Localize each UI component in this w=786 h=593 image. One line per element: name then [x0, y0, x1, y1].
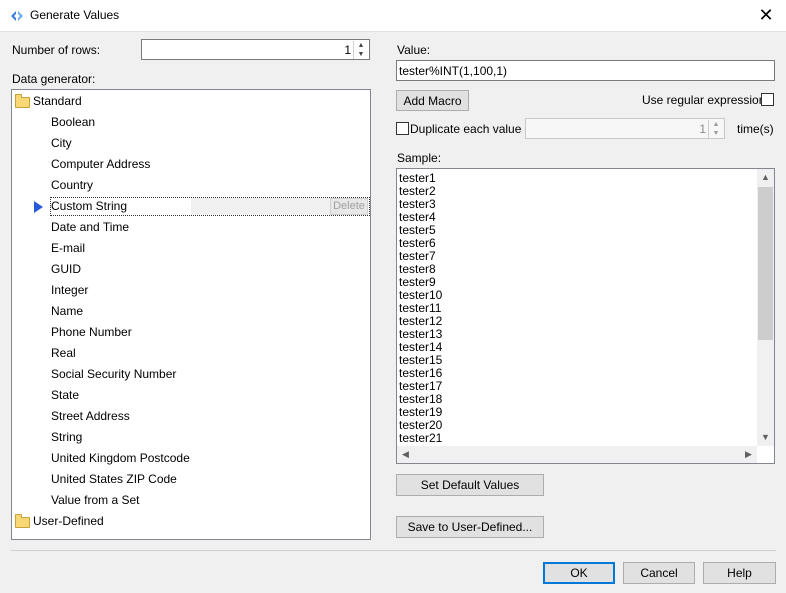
tree-item[interactable]: Country: [12, 175, 370, 196]
tree-item-label: State: [51, 388, 80, 402]
folder-icon: [15, 514, 30, 528]
rows-up-icon[interactable]: ▲: [353, 41, 368, 50]
tree-item[interactable]: Social Security Number: [12, 364, 370, 385]
scroll-thumb[interactable]: [758, 187, 773, 340]
tree-item-label: Value from a Set: [51, 493, 140, 507]
tree-item[interactable]: Computer Address: [12, 154, 370, 175]
rows-value: 1: [344, 43, 351, 57]
generator-tree[interactable]: Standard Boolean City Computer Address Coun…: [11, 89, 371, 540]
value-label: Value:: [397, 43, 431, 57]
row-shade: [191, 198, 331, 215]
tree-item[interactable]: Real: [12, 343, 370, 364]
tree-item[interactable]: GUID: [12, 259, 370, 280]
tree-item[interactable]: City: [12, 133, 370, 154]
delete-button[interactable]: Delete: [330, 198, 368, 215]
tree-item[interactable]: Custom String Delete: [12, 196, 370, 217]
footer-divider: [11, 550, 776, 551]
tree-folder-label: Standard: [33, 94, 82, 108]
tree-item-label: United States ZIP Code: [51, 472, 177, 486]
folder-icon: [15, 94, 30, 108]
duplicate-checkbox[interactable]: [396, 122, 409, 135]
tree-item[interactable]: State: [12, 385, 370, 406]
tree-item[interactable]: Name: [12, 301, 370, 322]
sample-list[interactable]: tester1 tester2 tester3 tester4 tester5 teste…: [396, 168, 775, 464]
window-title: Generate Values: [30, 8, 120, 22]
tree-item-label: Street Address: [51, 409, 130, 423]
title-bar: Generate Values ✕: [0, 0, 786, 32]
horizontal-scrollbar[interactable]: ◀ ▶: [397, 446, 757, 463]
value-text: tester%INT(1,100,1): [399, 64, 508, 78]
duplicate-count-stepper[interactable]: 1 ▲ ▼: [525, 118, 725, 139]
sample-line: tester21: [399, 431, 443, 445]
tree-item[interactable]: Phone Number: [12, 322, 370, 343]
scroll-right-icon[interactable]: ▶: [740, 446, 757, 463]
tree-item[interactable]: Boolean: [12, 112, 370, 133]
help-button[interactable]: Help: [703, 562, 776, 584]
tree-item-label: Name: [51, 304, 84, 318]
app-icon: [11, 11, 23, 21]
duplicate-up-icon[interactable]: ▲: [708, 120, 723, 129]
scroll-up-icon[interactable]: ▲: [757, 169, 774, 186]
sample-label: Sample:: [397, 151, 442, 165]
tree-item[interactable]: Value from a Set: [12, 490, 370, 511]
duplicate-count: 1: [699, 122, 706, 136]
tree-folder-label: User-Defined: [33, 514, 104, 528]
save-to-user-defined-button[interactable]: Save to User-Defined...: [396, 516, 544, 538]
tree-item[interactable]: Integer: [12, 280, 370, 301]
duplicate-label: Duplicate each value: [410, 122, 522, 136]
tree-item[interactable]: String: [12, 427, 370, 448]
tree-item-label: Boolean: [51, 115, 96, 129]
scroll-left-icon[interactable]: ◀: [397, 446, 414, 463]
tree-item[interactable]: E-mail: [12, 238, 370, 259]
tree-folder-user-defined[interactable]: User-Defined: [12, 511, 370, 532]
tree-item-label: United Kingdom Postcode: [51, 451, 190, 465]
generator-label: Data generator:: [12, 72, 96, 86]
tree-item-label: Social Security Number: [51, 367, 177, 381]
tree-item-label: Integer: [51, 283, 89, 297]
tree-item-label: Date and Time: [51, 220, 130, 234]
rows-stepper[interactable]: 1 ▲ ▼: [141, 39, 370, 60]
current-arrow-icon: [34, 201, 43, 213]
tree-item-label: Computer Address: [51, 157, 151, 171]
ok-button[interactable]: OK: [543, 562, 615, 584]
duplicate-suffix: time(s): [737, 122, 774, 136]
scroll-down-icon[interactable]: ▼: [757, 429, 774, 446]
set-default-values-button[interactable]: Set Default Values: [396, 474, 544, 496]
close-icon[interactable]: ✕: [746, 1, 786, 30]
add-macro-button[interactable]: Add Macro: [396, 90, 469, 111]
tree-item-label: Custom String: [51, 199, 128, 213]
regex-checkbox[interactable]: [761, 93, 774, 106]
vertical-scrollbar[interactable]: ▲ ▼: [757, 169, 774, 446]
tree-item-label: String: [51, 430, 83, 444]
cancel-button[interactable]: Cancel: [623, 562, 695, 584]
tree-item[interactable]: Street Address: [12, 406, 370, 427]
tree-item-label: City: [51, 136, 72, 150]
tree-item-label: Country: [51, 178, 94, 192]
value-input[interactable]: tester%INT(1,100,1): [396, 60, 775, 81]
duplicate-down-icon[interactable]: ▼: [708, 129, 723, 138]
tree-item-label: Phone Number: [51, 325, 132, 339]
tree-item[interactable]: Date and Time: [12, 217, 370, 238]
tree-item-label: GUID: [51, 262, 81, 276]
regex-label: Use regular expressions: [642, 93, 772, 107]
tree-item[interactable]: United Kingdom Postcode: [12, 448, 370, 469]
tree-item-label: E-mail: [51, 241, 86, 255]
tree-folder-standard[interactable]: Standard: [12, 91, 370, 112]
rows-down-icon[interactable]: ▼: [353, 50, 368, 59]
tree-item-label: Real: [51, 346, 76, 360]
rows-label: Number of rows:: [12, 43, 101, 57]
tree-item[interactable]: United States ZIP Code: [12, 469, 370, 490]
